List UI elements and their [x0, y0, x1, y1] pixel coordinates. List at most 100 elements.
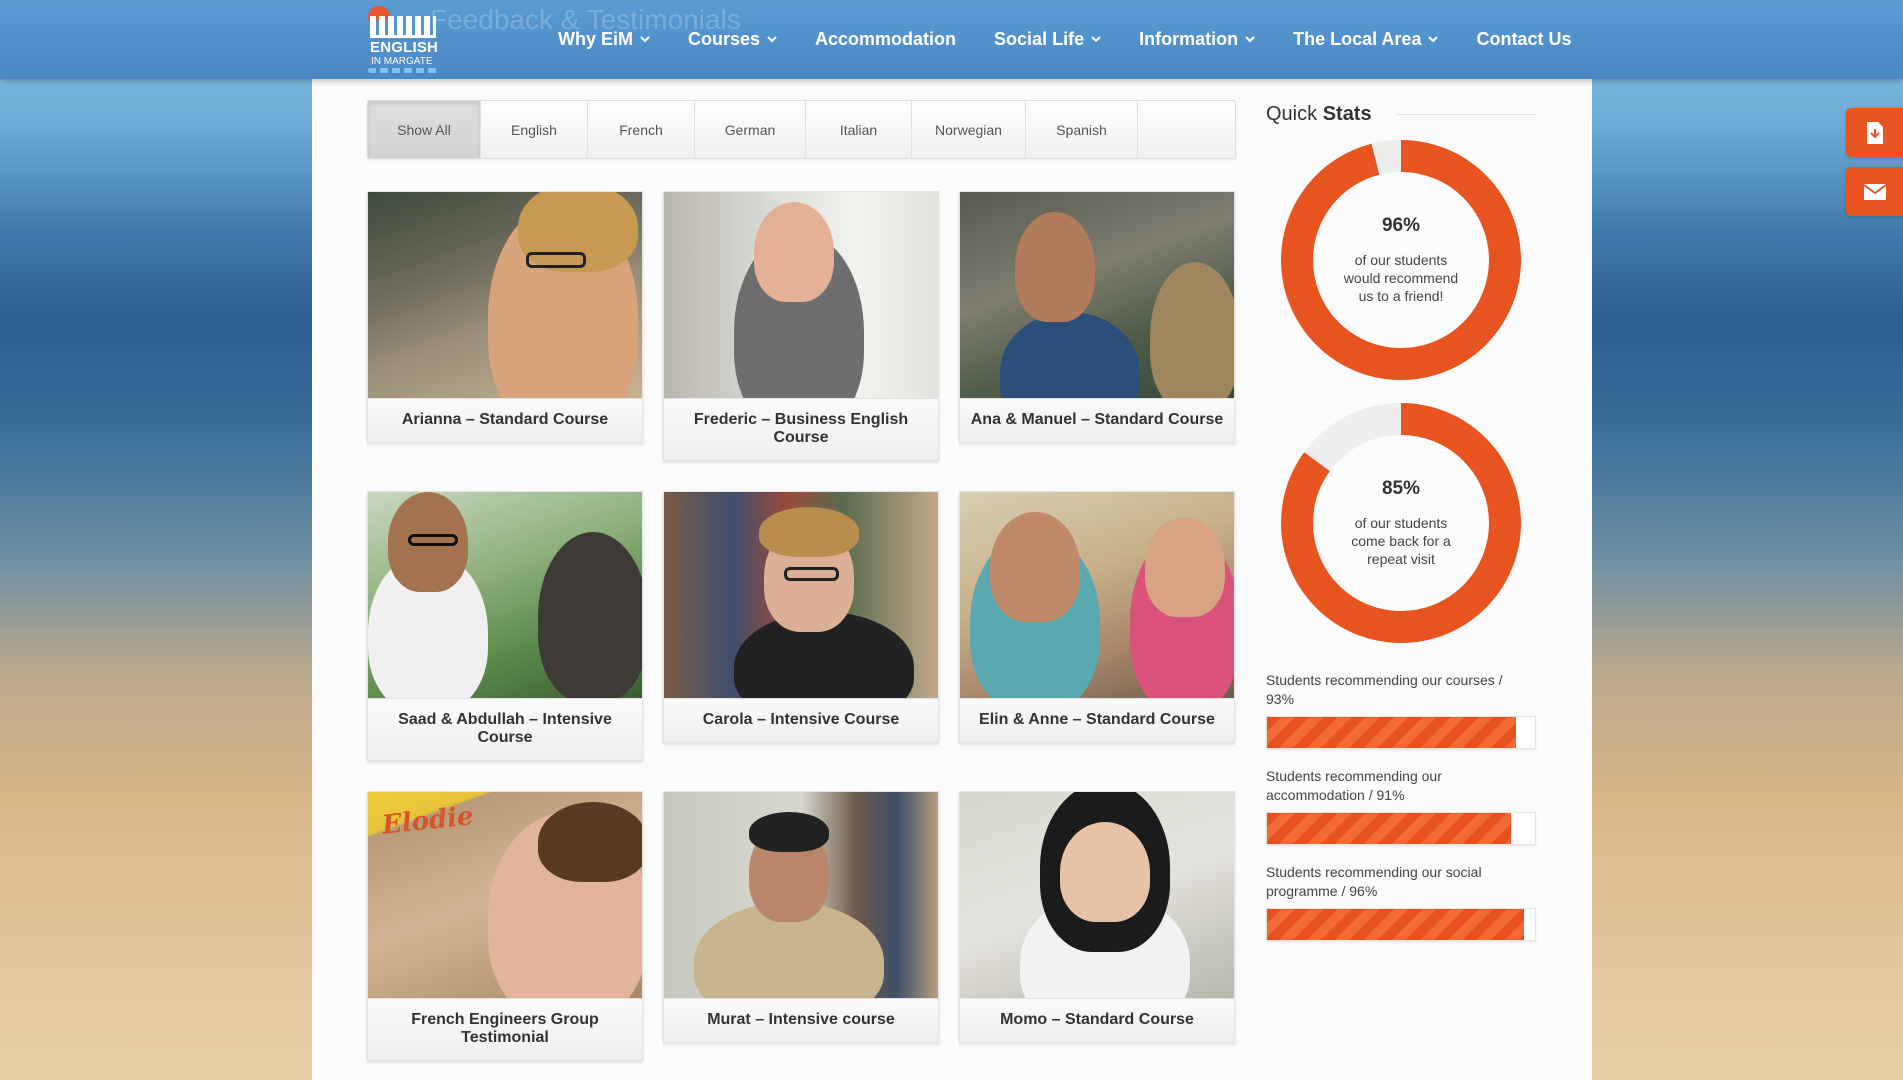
testimonial-video-thumbnail[interactable]: Elodie [368, 792, 642, 998]
logo-wave-icon [368, 68, 438, 73]
stat-donut: 96% of our students would recommend us to… [1281, 140, 1521, 380]
glasses-shape [408, 534, 458, 546]
chevron-down-icon [1091, 36, 1101, 43]
top-navbar: Feedback & Testimonials ENGLISH IN MARGA… [0, 0, 1903, 79]
stat-progress-fill [1267, 909, 1525, 940]
testimonial-video-thumbnail[interactable] [960, 192, 1234, 398]
testimonial-card[interactable]: Momo – Standard Course [959, 791, 1235, 1043]
testimonial-video-thumbnail[interactable] [368, 192, 642, 398]
thumbnail-figure [1145, 517, 1225, 617]
stat-bar-label: Students recommending our courses / 93% [1266, 672, 1503, 707]
quick-stats-title-plain: Quick [1266, 103, 1318, 125]
main-nav: Why EiM Courses Accommodation Social Life In… [558, 29, 1571, 50]
testimonial-card[interactable]: Frederic – Business English Course [663, 191, 939, 461]
testimonial-card[interactable]: Saad & Abdullah – Intensive Course [367, 491, 643, 761]
filter-tab-italian[interactable]: Italian [806, 101, 912, 158]
thumbnail-figure [754, 202, 834, 302]
download-icon [1866, 121, 1883, 144]
nav-item-label: Accommodation [815, 29, 957, 49]
nav-item-label: Why EiM [558, 29, 633, 49]
testimonial-title[interactable]: French Engineers Group Testimonial [368, 998, 642, 1060]
nav-item-label: The Local Area [1293, 29, 1422, 49]
testimonial-card[interactable]: Elin & Anne – Standard Course [959, 491, 1235, 743]
logo-text-line1: ENGLISH [370, 39, 439, 56]
download-button[interactable] [1846, 108, 1903, 157]
chevron-down-icon [1245, 36, 1255, 43]
thumbnail-figure [538, 802, 642, 882]
nav-item-label: Contact Us [1476, 29, 1572, 49]
glasses-shape [784, 567, 839, 581]
thumbnail-banner-text: Elodie [380, 801, 475, 841]
testimonial-title[interactable]: Elin & Anne – Standard Course [960, 698, 1234, 742]
logo-text-line2: IN MARGATE [371, 56, 433, 67]
thumbnail-figure [759, 507, 859, 557]
donut-description: of our students would recommend us to a … [1343, 252, 1459, 304]
donut-label-group: 96% of our students would recommend us to… [1281, 140, 1521, 380]
stat-donut: 85% of our students come back for a repea… [1281, 403, 1521, 643]
thumbnail-figure [1060, 822, 1150, 922]
nav-item-courses[interactable]: Courses [688, 29, 777, 50]
chevron-down-icon [640, 36, 650, 43]
testimonial-card[interactable]: Arianna – Standard Course [367, 191, 643, 443]
testimonial-card[interactable]: Carola – Intensive Course [663, 491, 939, 743]
nav-item-accommodation[interactable]: Accommodation [815, 29, 956, 50]
glasses-shape [526, 252, 586, 268]
thumbnail-figure [1015, 212, 1095, 322]
testimonial-title[interactable]: Saad & Abdullah – Intensive Course [368, 698, 642, 760]
testimonial-video-thumbnail[interactable] [960, 492, 1234, 698]
nav-item-contact-us[interactable]: Contact Us [1476, 29, 1571, 50]
stat-bar-label: Students recommending our accommodation … [1266, 768, 1442, 803]
testimonial-video-thumbnail[interactable] [664, 492, 938, 698]
filter-tab-french[interactable]: French [588, 101, 695, 158]
envelope-icon [1862, 183, 1887, 200]
testimonial-video-thumbnail[interactable] [664, 792, 938, 998]
email-button[interactable] [1846, 167, 1903, 216]
stat-progress-bar [1266, 716, 1536, 749]
site-logo[interactable]: ENGLISH IN MARGATE [366, 6, 442, 74]
thumbnail-figure [1150, 262, 1234, 398]
nav-item-why-eim[interactable]: Why EiM [558, 29, 650, 50]
filter-tab-english[interactable]: English [481, 101, 588, 158]
testimonial-card[interactable]: Ana & Manuel – Standard Course [959, 191, 1235, 443]
thumbnail-figure [990, 512, 1080, 622]
filter-tab-show-all[interactable]: Show All [368, 101, 481, 158]
logo-castle-icon [370, 16, 436, 38]
nav-item-label: Information [1139, 29, 1239, 49]
donut-percent: 96% [1381, 215, 1421, 236]
stat-progress-bar [1266, 908, 1536, 941]
stat-progress-fill [1267, 717, 1517, 748]
testimonial-card[interactable]: Murat – Intensive course [663, 791, 939, 1043]
language-filter-bar: Show All English French German Italian Norweg… [367, 100, 1236, 159]
thumbnail-figure [1000, 312, 1140, 398]
testimonial-title[interactable]: Ana & Manuel – Standard Course [960, 398, 1234, 442]
chevron-down-icon [1428, 36, 1439, 43]
filter-tab-norwegian[interactable]: Norwegian [912, 101, 1026, 158]
testimonial-title[interactable]: Momo – Standard Course [960, 998, 1234, 1042]
thumbnail-figure [538, 532, 642, 698]
testimonial-video-thumbnail[interactable] [960, 792, 1234, 998]
filter-tab-spanish[interactable]: Spanish [1026, 101, 1138, 158]
nav-item-label: Courses [688, 29, 761, 49]
testimonial-title[interactable]: Arianna – Standard Course [368, 398, 642, 442]
testimonial-title[interactable]: Frederic – Business English Course [664, 398, 938, 460]
quick-stats-divider [1397, 114, 1537, 115]
nav-item-social-life[interactable]: Social Life [994, 29, 1101, 50]
content-page: Show All English French German Italian Norweg… [312, 79, 1592, 1080]
donut-percent: 85% [1381, 478, 1421, 499]
filter-bar-spacer [1138, 101, 1235, 158]
filter-tab-german[interactable]: German [695, 101, 806, 158]
quick-stats-title: Quick Stats [1266, 103, 1372, 126]
testimonial-video-thumbnail[interactable] [368, 492, 642, 698]
testimonial-card[interactable]: Elodie French Engineers Group Testimonial [367, 791, 643, 1061]
nav-item-label: Social Life [994, 29, 1085, 49]
thumbnail-figure [749, 812, 829, 852]
testimonial-video-thumbnail[interactable] [664, 192, 938, 398]
donut-description: of our students come back for a repeat v… [1351, 515, 1451, 567]
testimonial-title[interactable]: Carola – Intensive Course [664, 698, 938, 742]
donut-label-group: 85% of our students come back for a repea… [1281, 403, 1521, 643]
nav-item-the-local-area[interactable]: The Local Area [1293, 29, 1439, 50]
stat-bar-label: Students recommending our social program… [1266, 864, 1482, 899]
quick-stats-title-bold: Stats [1322, 103, 1372, 125]
nav-item-information[interactable]: Information [1139, 29, 1255, 50]
testimonial-title[interactable]: Murat – Intensive course [664, 998, 938, 1042]
